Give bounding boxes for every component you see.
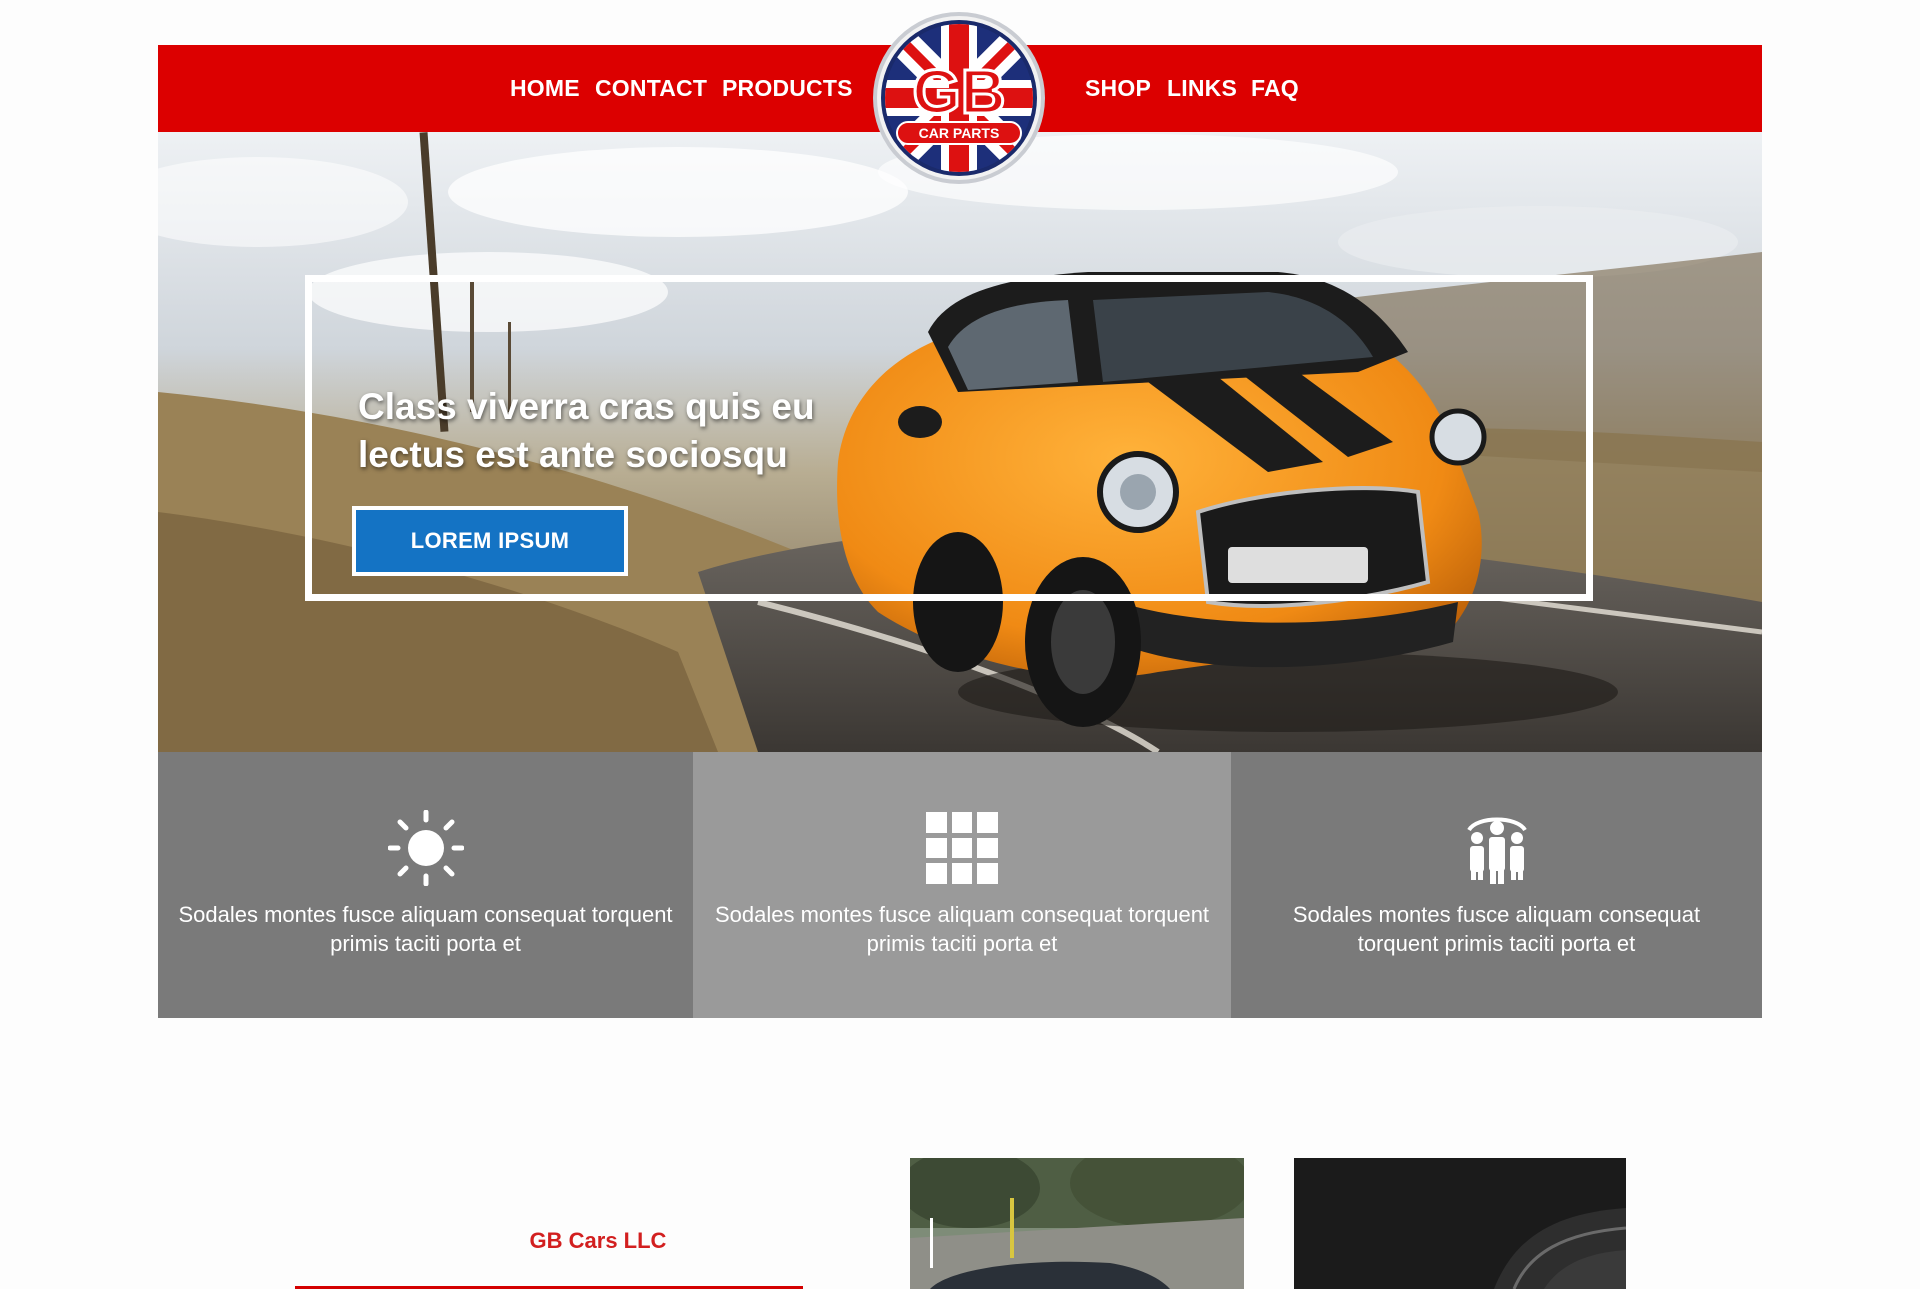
logo-text: GB [913,58,1006,127]
nav-contact-link[interactable]: CONTACT [595,45,707,132]
dark-car-thumbnail[interactable] [1294,1158,1626,1289]
nav-faq-link[interactable]: FAQ [1251,45,1299,132]
logo-emblem: GB CAR PARTS [873,12,1045,184]
grid-icon [926,812,998,884]
features-strip: Sodales montes fusce aliquam consequat t… [158,752,1762,1018]
lorem-ipsum-button[interactable]: LOREM IPSUM [352,506,628,576]
hero-heading: Class viverra cras quis eu lectus est an… [358,386,815,475]
nav-shop-link[interactable]: SHOP [1085,45,1151,132]
nav-home-link[interactable]: HOME [510,45,580,132]
site-container: HOME CONTACT PRODUCTS SHOP LINKS FAQ GB … [158,0,1762,1289]
feature-text-3: Sodales montes fusce aliquam consequat t… [1292,902,1701,956]
feature-card-1: Sodales montes fusce aliquam consequat t… [158,752,693,1018]
convertible-thumbnail[interactable] [910,1158,1244,1289]
feature-text-1: Sodales montes fusce aliquam consequat t… [178,902,673,956]
hero-banner: Class viverra cras quis eu lectus est an… [158,132,1762,752]
nav-links-link[interactable]: LINKS [1167,45,1237,132]
team-icon [1466,817,1527,884]
feature-text-2: Sodales montes fusce aliquam consequat t… [714,902,1210,956]
logo-subtext: CAR PARTS [919,125,1000,141]
feature-card-2: Sodales montes fusce aliquam consequat t… [693,752,1231,1018]
convertible-image [910,1158,1244,1289]
feature-card-3: Sodales montes fusce aliquam consequat t… [1231,752,1762,1018]
dark-car-image [1294,1158,1626,1289]
sun-icon [387,810,464,886]
gb-car-parts-logo[interactable]: GB CAR PARTS [871,10,1047,186]
company-name: GB Cars LLC [529,1228,667,1253]
nav-products-link[interactable]: PRODUCTS [722,45,853,132]
